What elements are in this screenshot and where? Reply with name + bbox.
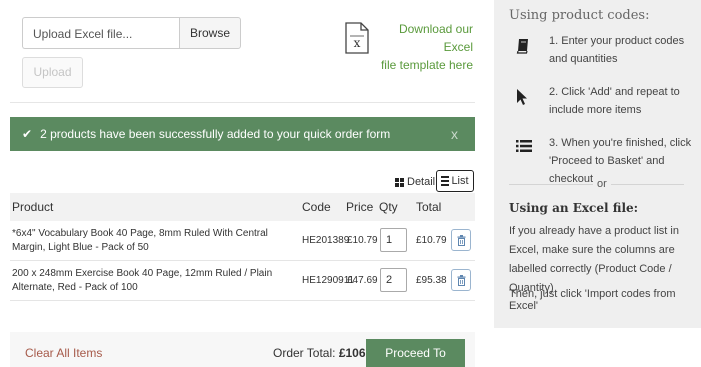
list-lines-icon (441, 176, 450, 186)
table-row: *6x4" Vocabulary Book 40 Page, 8mm Ruled… (10, 221, 475, 261)
excel-file-icon[interactable]: x (344, 22, 370, 54)
product-total: £95.38 (416, 275, 447, 286)
download-template-link[interactable]: Download our Excel file template here (376, 20, 473, 74)
book-icon (516, 39, 528, 54)
delete-item-button[interactable] (451, 229, 471, 251)
excel-file-input[interactable]: Upload Excel file... (22, 17, 179, 49)
help-sidebar: Using product codes: 1. Enter your produ… (494, 0, 701, 328)
step-enter-codes: 1. Enter your product codes and quantiti… (549, 35, 685, 65)
product-price: £47.69 (347, 275, 378, 286)
or-text: or (593, 178, 611, 190)
quantity-input[interactable]: 2 (380, 268, 407, 292)
product-total: £10.79 (416, 235, 447, 246)
download-link-line1[interactable]: Download our Excel (376, 20, 473, 56)
close-alert-button[interactable]: x (451, 126, 458, 142)
trash-icon (457, 234, 465, 246)
upload-panel: Upload Excel file... Browse Upload x Dow… (10, 0, 475, 103)
order-total-label: Order Total: (273, 346, 336, 360)
excel-description: If you already have a product list in Ex… (509, 225, 679, 294)
header-product: Product (12, 200, 54, 214)
success-alert: ✔ 2 products have been successfully adde… (10, 117, 475, 151)
detail-view-label: Detail (407, 176, 436, 188)
header-price: Price (346, 200, 374, 214)
header-total: Total (416, 200, 442, 214)
trash-icon (457, 274, 465, 286)
table-header: Product Code Price Qty Total (10, 193, 475, 221)
cursor-icon (517, 89, 527, 105)
product-name: 200 x 248mm Exercise Book 40 Page, 12mm … (12, 268, 273, 293)
list-view-label: List (451, 175, 469, 187)
browse-button[interactable]: Browse (179, 17, 241, 49)
download-link-line2[interactable]: file template here (376, 56, 473, 74)
product-code: HE201389 (302, 235, 350, 246)
detail-view-toggle[interactable]: Detail (395, 173, 435, 191)
product-name: *6x4" Vocabulary Book 40 Page, 8mm Ruled… (12, 228, 268, 253)
step-click-add: 2. Click 'Add' and repeat to include mor… (549, 86, 680, 116)
quick-order-table: Product Code Price Qty Total *6x4" Vocab… (10, 193, 475, 301)
table-row: 200 x 248mm Exercise Book 40 Page, 12mm … (10, 261, 475, 301)
header-qty: Qty (379, 200, 398, 214)
step-proceed-checkout: 3. When you're finished, click 'Proceed … (549, 137, 692, 185)
svg-text:x: x (354, 36, 361, 50)
proceed-to-basket-button[interactable]: Proceed To Basket (366, 339, 465, 367)
quantity-input[interactable]: 1 (380, 228, 407, 252)
product-price: £10.79 (347, 235, 378, 246)
clear-all-items-link[interactable]: Clear All Items (25, 346, 102, 360)
sidebar-title: Using product codes: (509, 8, 650, 23)
excel-section-title: Using an Excel file: (509, 201, 639, 215)
grid-icon (395, 177, 404, 187)
delete-item-button[interactable] (451, 269, 471, 291)
upload-button[interactable]: Upload (22, 57, 83, 88)
list-icon (516, 140, 532, 152)
excel-import-instruction: Then, just click 'Import codes from Exce… (509, 288, 676, 312)
list-view-toggle[interactable]: List (436, 170, 474, 192)
order-footer: Clear All Items Order Total: £106.17 Pro… (10, 332, 475, 367)
checkmark-icon: ✔ (22, 127, 33, 141)
success-message: 2 products have been successfully added … (40, 127, 391, 141)
header-code: Code (302, 200, 331, 214)
